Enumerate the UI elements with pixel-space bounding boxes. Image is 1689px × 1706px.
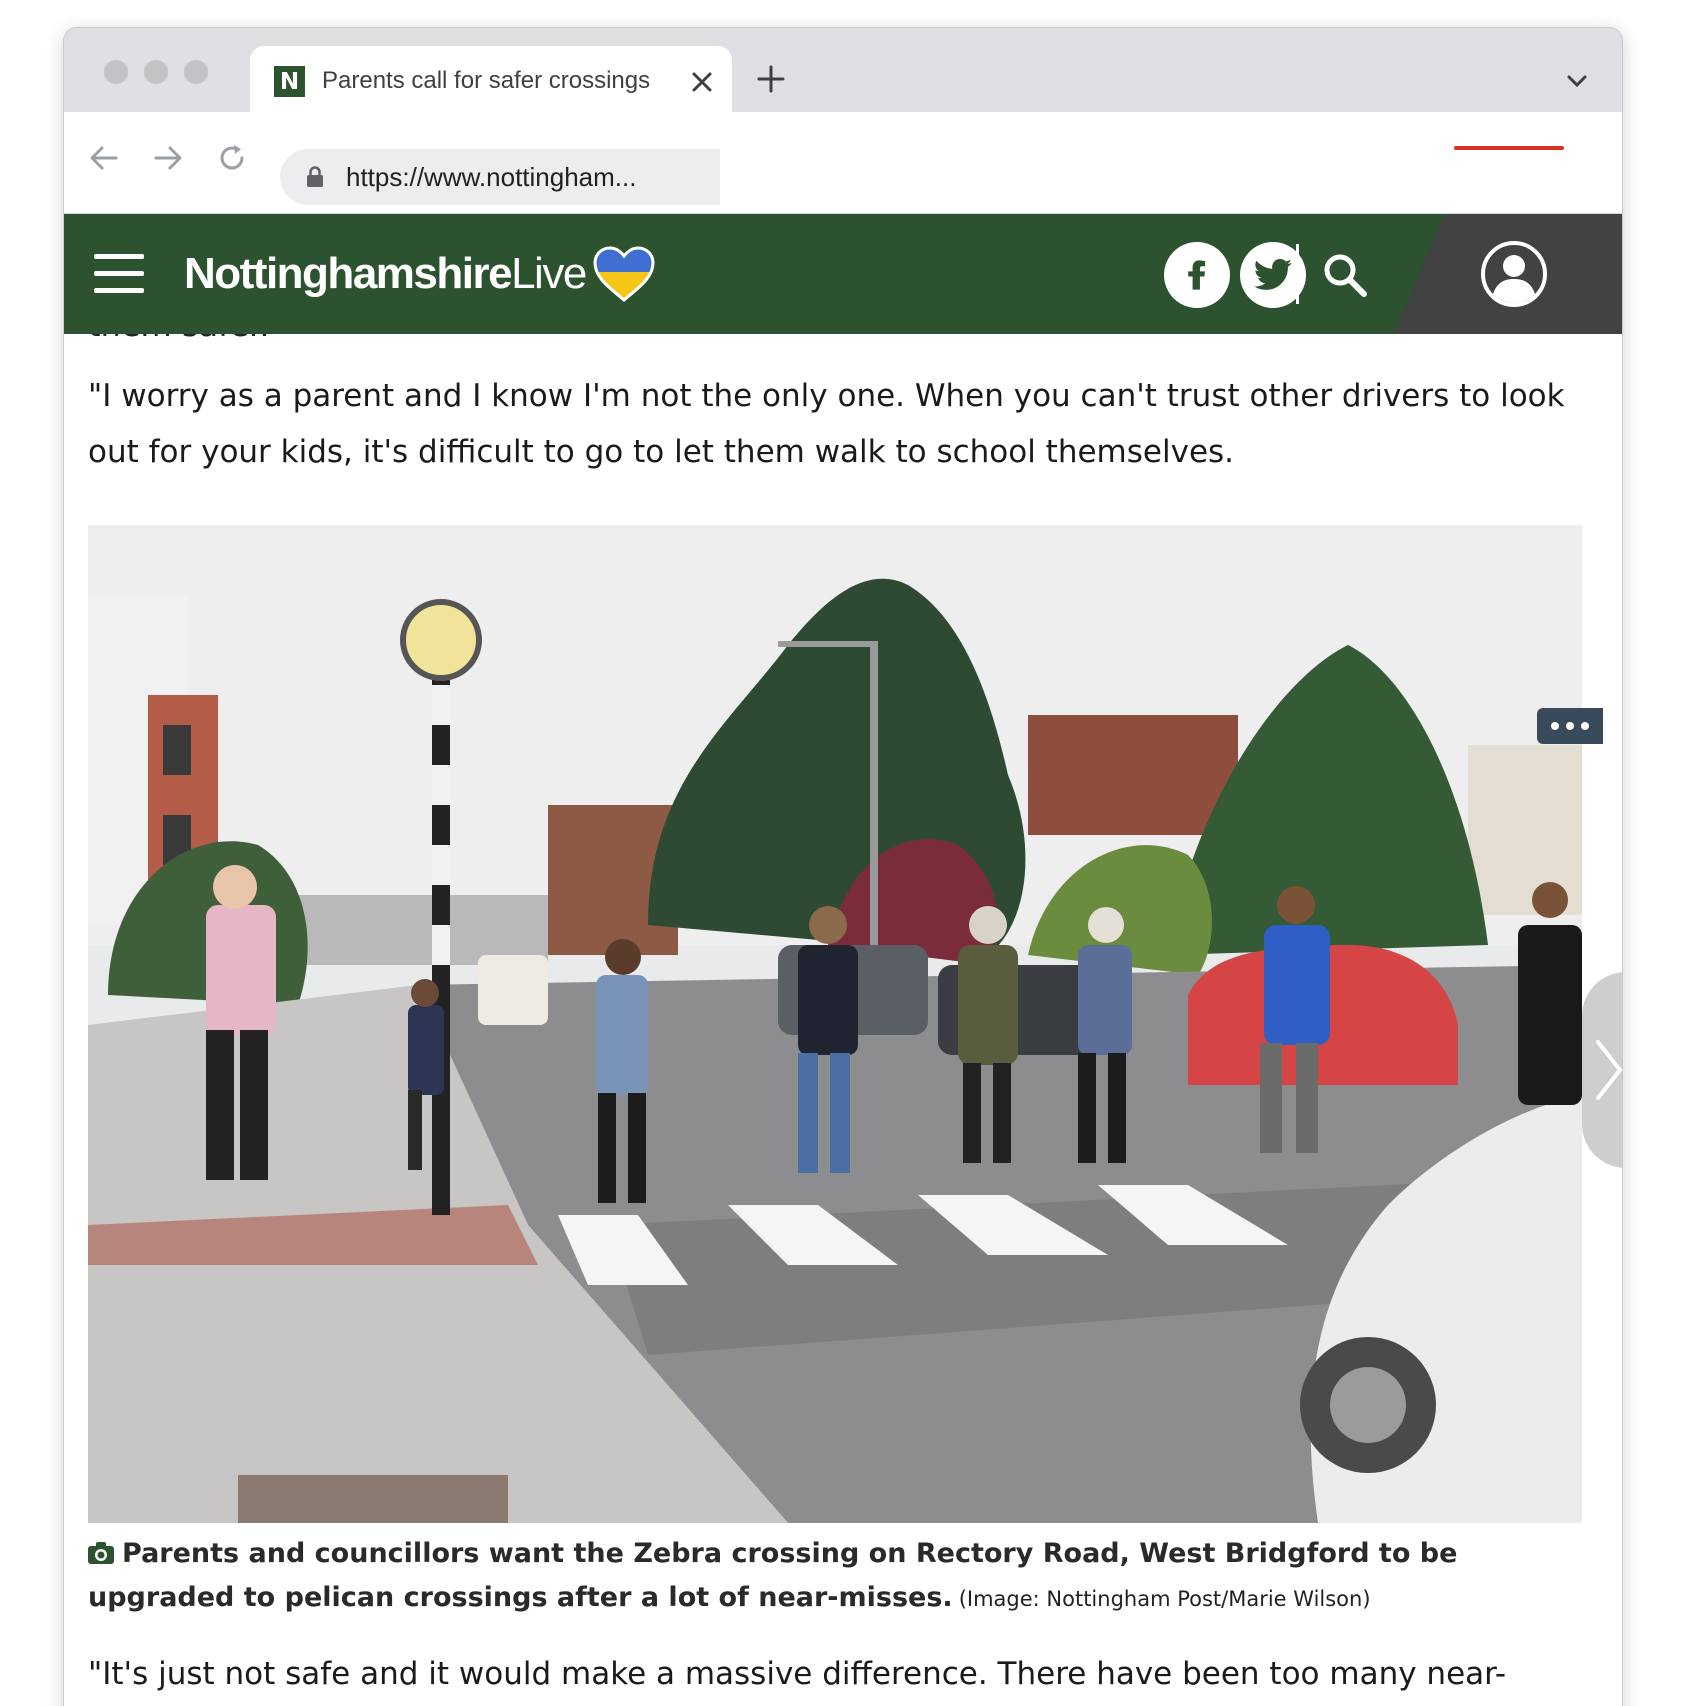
site-logo[interactable]: Nottinghamshire Live <box>184 244 656 304</box>
chevron-down-icon[interactable] <box>1564 68 1590 94</box>
close-icon[interactable] <box>688 68 716 96</box>
article-paragraph: "It's just not safe and it would make a … <box>88 1656 1507 1692</box>
gallery-next-button[interactable] <box>1582 972 1622 1168</box>
tab-title: Parents call for safer crossings <box>322 67 651 94</box>
facebook-icon[interactable] <box>1164 242 1230 308</box>
site-header: Nottinghamshire Live <box>64 214 1622 334</box>
logo-text-bold: Nottinghamshire <box>184 249 513 298</box>
zebra-crossing-photo <box>88 525 1582 1523</box>
account-icon[interactable] <box>1480 240 1548 308</box>
image-credit: (Image: Nottingham Post/Marie Wilson) <box>958 1587 1371 1611</box>
search-icon[interactable] <box>1322 252 1368 298</box>
camera-icon <box>88 1542 114 1564</box>
reload-icon[interactable] <box>214 140 250 176</box>
site-favicon: N <box>274 66 305 97</box>
close-window-button[interactable] <box>104 60 128 84</box>
minimize-window-button[interactable] <box>144 60 168 84</box>
clipped-text: them safer. <box>88 334 269 344</box>
url-text: https://www.nottingham... <box>346 162 637 192</box>
forward-arrow-icon[interactable] <box>150 140 186 176</box>
header-divider <box>1296 244 1299 304</box>
chevron-right-icon <box>1596 1040 1622 1100</box>
article-body: them safer. "I worry as a parent and I k… <box>64 334 1622 1706</box>
article-paragraph: "I worry as a parent and I know I'm not … <box>88 378 1565 470</box>
tab-strip: N Parents call for safer crossings <box>64 28 1622 114</box>
tab-active[interactable]: N Parents call for safer crossings <box>250 46 732 114</box>
browser-window: N Parents call for safer crossings https… <box>63 27 1623 1706</box>
plus-icon[interactable] <box>754 62 788 96</box>
back-arrow-icon[interactable] <box>86 140 122 176</box>
photo-caption: Parents and councillors want the Zebra c… <box>88 1532 1588 1621</box>
extension-indicator <box>1454 146 1564 150</box>
ukraine-heart-icon <box>593 246 655 302</box>
browser-toolbar: https://www.nottingham... <box>64 112 1622 214</box>
menu-icon[interactable] <box>94 254 144 294</box>
logo-text-light: Live <box>511 249 587 298</box>
article-photo[interactable] <box>88 525 1582 1523</box>
more-options-button[interactable] <box>1537 708 1603 744</box>
address-bar[interactable]: https://www.nottingham... <box>280 149 720 205</box>
maximize-window-button[interactable] <box>184 60 208 84</box>
lock-icon <box>307 166 323 187</box>
